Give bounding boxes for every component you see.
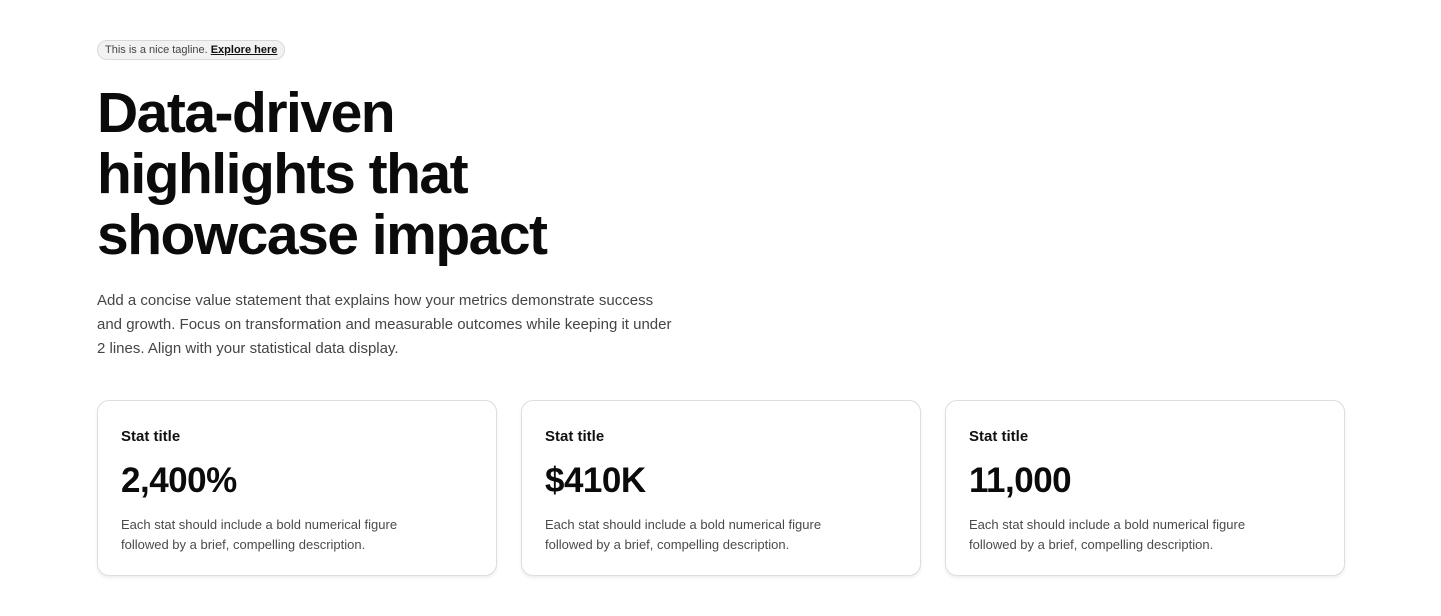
stat-card: Stat title $410K Each stat should includ… bbox=[521, 400, 921, 576]
stat-description: Each stat should include a bold numerica… bbox=[969, 517, 1246, 552]
stat-card: Stat title 11,000 Each stat should inclu… bbox=[945, 400, 1345, 576]
stat-value: 2,400% bbox=[121, 461, 237, 500]
stat-description: Each stat should include a bold numerica… bbox=[545, 517, 822, 552]
stat-value: 11,000 bbox=[969, 461, 1072, 500]
explore-link[interactable]: Explore here bbox=[211, 44, 278, 56]
value-statement: Add a concise value statement that expla… bbox=[97, 292, 672, 357]
stats-section: This is a nice tagline. Explore here Dat… bbox=[97, 40, 1345, 576]
tagline-badge: This is a nice tagline. Explore here bbox=[97, 40, 286, 60]
stat-description: Each stat should include a bold numerica… bbox=[121, 517, 398, 552]
stat-cards: Stat title 2,400% Each stat should inclu… bbox=[97, 400, 1345, 576]
stat-title: Stat title bbox=[121, 428, 181, 445]
stat-title: Stat title bbox=[969, 428, 1029, 445]
stat-title: Stat title bbox=[545, 428, 605, 445]
page-headline: Data-driven highlights that showcase imp… bbox=[97, 81, 548, 267]
stat-card: Stat title 2,400% Each stat should inclu… bbox=[97, 400, 497, 576]
tagline-text: This is a nice tagline. bbox=[105, 44, 208, 56]
stat-value: $410K bbox=[545, 461, 646, 500]
